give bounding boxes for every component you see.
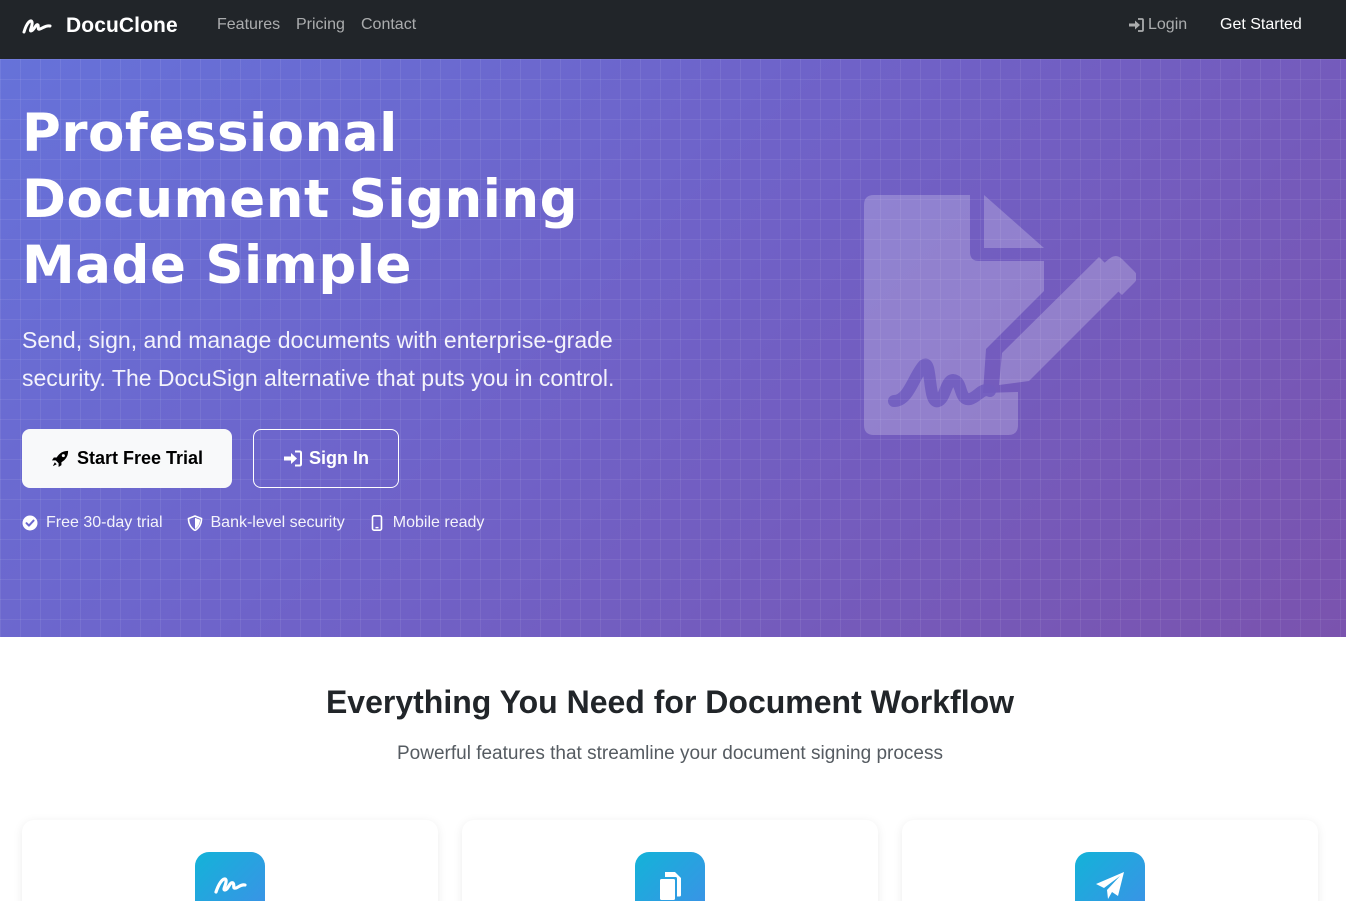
feature-card-templates (462, 820, 878, 901)
features-title: Everything You Need for Document Workflo… (325, 684, 1015, 720)
rocket-icon (51, 450, 69, 468)
sign-in-icon (284, 450, 302, 467)
start-free-trial-label: Start Free Trial (76, 448, 204, 468)
check-circle-icon (22, 515, 38, 531)
shield-icon (187, 515, 202, 531)
badge-label: Mobile ready (392, 514, 485, 531)
signature-icon (22, 19, 52, 34)
sign-in-button[interactable]: Sign In (253, 429, 399, 488)
login-link[interactable]: Login (1128, 16, 1187, 34)
badge-free-trial: Free 30-day trial (22, 514, 163, 532)
get-started-link[interactable]: Get Started (1220, 16, 1302, 34)
hero-section: Professional Document Signing Made Simpl… (0, 59, 1346, 637)
feature-icon-box (635, 852, 705, 901)
hero-subtitle: Send, sign, and manage documents with en… (22, 327, 615, 391)
login-label: Login (1148, 16, 1188, 33)
sign-in-label: Sign In (309, 448, 369, 468)
features-subtitle: Powerful features that streamline your d… (397, 743, 943, 764)
nav-link-contact[interactable]: Contact (361, 16, 416, 34)
feature-card-signature (22, 820, 438, 901)
badge-mobile: Mobile ready (369, 514, 485, 532)
feature-icon-box (195, 852, 265, 901)
badge-security: Bank-level security (187, 514, 345, 532)
paper-plane-icon (1096, 872, 1124, 899)
copy-icon (660, 872, 681, 900)
hero-title: Professional Document Signing Made Simpl… (22, 103, 579, 296)
nav-link-pricing[interactable]: Pricing (296, 16, 345, 34)
start-free-trial-button[interactable]: Start Free Trial (22, 429, 232, 488)
nav-link-features[interactable]: Features (217, 16, 280, 34)
sign-in-icon (1129, 18, 1144, 32)
navbar: DocuClone Features Pricing Contact Login… (0, 0, 1346, 59)
signature-icon (214, 877, 247, 894)
brand-name: DocuClone (66, 14, 178, 37)
mobile-icon (371, 515, 383, 531)
file-signature-icon (864, 195, 1136, 435)
hero-badges: Free 30-day trial Bank-level security Mo… (22, 514, 508, 532)
brand-link[interactable]: DocuClone (22, 0, 178, 52)
badge-label: Free 30-day trial (46, 514, 163, 531)
feature-card-send (902, 820, 1318, 901)
feature-icon-box (1075, 852, 1145, 901)
badge-label: Bank-level security (210, 514, 345, 531)
